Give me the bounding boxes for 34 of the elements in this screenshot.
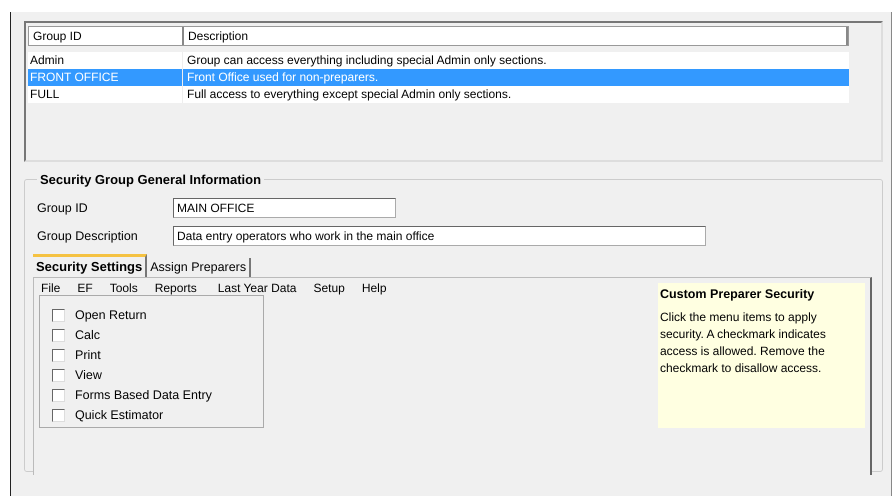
group-row[interactable]: FULL Full access to everything except special Admin only sections. bbox=[28, 86, 849, 103]
table-cell: FULL bbox=[28, 86, 183, 103]
group-title: Security Group General Information bbox=[39, 172, 262, 187]
checkbox[interactable] bbox=[52, 368, 65, 382]
note-title: Custom Preparer Security bbox=[660, 287, 816, 301]
checkbox[interactable] bbox=[52, 308, 65, 322]
checkbox-label: View bbox=[75, 368, 102, 382]
checkbox-label: Forms Based Data Entry bbox=[75, 388, 212, 402]
column-header[interactable]: Group ID bbox=[29, 27, 184, 45]
table-cell-text: Front Office used for non-preparers. bbox=[186, 69, 380, 86]
table-cell-text: Full access to everything except special Admin only sections. bbox=[186, 86, 512, 103]
menu-item[interactable]: Tools bbox=[104, 281, 146, 295]
note-text: Click the menu items to apply security. A checkmark indicates access is allowed. Remove the checkmark to disallow access. bbox=[660, 309, 827, 377]
checkbox[interactable] bbox=[52, 348, 65, 362]
text-field[interactable]: Data entry operators who work in the main office bbox=[173, 226, 706, 246]
checkbox-label: Open Return bbox=[75, 308, 147, 322]
checkbox[interactable] bbox=[52, 408, 65, 422]
field-label: Group Description bbox=[37, 229, 139, 243]
group-row[interactable]: Admin Group can access everything including special Admin only sections. bbox=[28, 52, 849, 69]
menu-item[interactable]: File bbox=[36, 281, 68, 295]
menu-item[interactable]: EF bbox=[72, 281, 101, 295]
field-label: Group ID bbox=[37, 201, 89, 215]
checkbox-label: Print bbox=[75, 348, 101, 362]
checkbox[interactable] bbox=[52, 328, 65, 342]
menu-item[interactable]: Last Year Data bbox=[212, 281, 304, 295]
table-cell-text: Group can access everything including special Admin only sections. bbox=[186, 52, 548, 69]
checkbox-label: Quick Estimator bbox=[75, 408, 164, 422]
checkbox-label: Calc bbox=[75, 328, 100, 342]
checkbox[interactable] bbox=[52, 388, 65, 402]
column-header[interactable]: Description bbox=[184, 27, 848, 45]
menu-item[interactable]: Setup bbox=[308, 281, 353, 295]
menu-item[interactable]: Help bbox=[356, 281, 395, 295]
text-field[interactable]: MAIN OFFICE bbox=[173, 198, 396, 218]
menu-item[interactable]: Reports bbox=[150, 281, 205, 295]
